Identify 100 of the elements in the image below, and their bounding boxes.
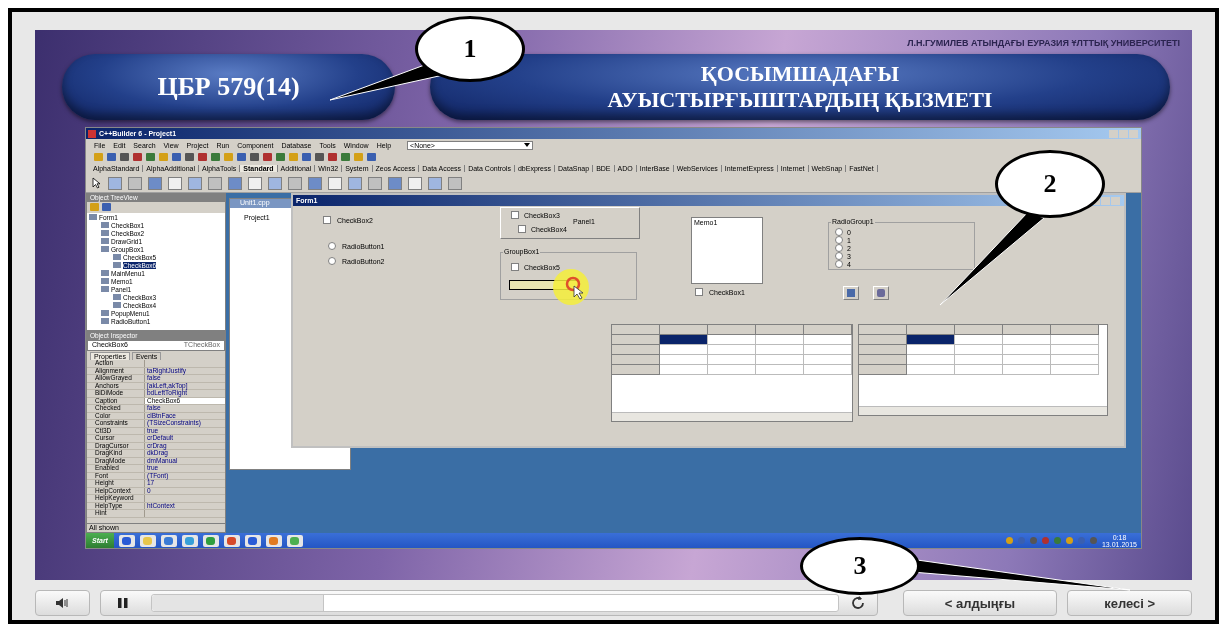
grid-cell[interactable] <box>1051 335 1099 345</box>
grid-cell[interactable] <box>612 355 660 365</box>
component-icon[interactable] <box>248 176 262 190</box>
component-icon[interactable] <box>388 176 402 190</box>
grid-cell[interactable] <box>1003 355 1051 365</box>
progress-track[interactable] <box>150 594 839 612</box>
grid-cell[interactable] <box>804 335 852 345</box>
course-code-banner: ЦБР 579(14) <box>62 54 395 120</box>
grid-cell[interactable] <box>756 335 804 345</box>
app-icon[interactable] <box>223 534 240 547</box>
grid-cell[interactable] <box>612 345 660 355</box>
grid-cell[interactable] <box>660 335 708 345</box>
speed-button[interactable] <box>843 286 859 300</box>
grid-cell[interactable] <box>708 355 756 365</box>
radio-button[interactable] <box>835 252 843 260</box>
grid-cell[interactable] <box>804 325 852 335</box>
grid-cell[interactable] <box>612 325 660 335</box>
grid-cell[interactable] <box>955 325 1003 335</box>
component-icon[interactable] <box>268 176 282 190</box>
grid-cell[interactable] <box>955 345 1003 355</box>
grid-cell[interactable] <box>660 325 708 335</box>
grid-cell[interactable] <box>907 345 955 355</box>
app-icon[interactable] <box>244 534 261 547</box>
grid-cell[interactable] <box>907 335 955 345</box>
grid-cell[interactable] <box>1003 365 1051 375</box>
grid-cell[interactable] <box>859 325 907 335</box>
component-icon[interactable] <box>188 176 202 190</box>
grid-cell[interactable] <box>955 335 1003 345</box>
grid-cell[interactable] <box>859 345 907 355</box>
app-icon[interactable] <box>265 534 282 547</box>
pause-icon <box>115 597 130 609</box>
pointer-tool-icon[interactable] <box>92 177 102 189</box>
horizontal-scrollbar[interactable] <box>859 406 1107 415</box>
grid-cell[interactable] <box>1051 365 1099 375</box>
radio-button[interactable] <box>328 257 336 265</box>
grid-cell[interactable] <box>1051 355 1099 365</box>
component-icon[interactable] <box>168 176 182 190</box>
grid-cell[interactable] <box>955 365 1003 375</box>
app-icon[interactable] <box>118 534 135 547</box>
checkbox[interactable] <box>511 211 519 219</box>
grid-cell[interactable] <box>612 365 660 375</box>
app-icon[interactable] <box>286 534 303 547</box>
component-icon[interactable] <box>288 176 302 190</box>
component-icon[interactable] <box>108 176 122 190</box>
grid-cell[interactable] <box>859 355 907 365</box>
navigation-button[interactable]: келесі > <box>1067 590 1192 616</box>
component-icon[interactable] <box>208 176 222 190</box>
component-icon[interactable] <box>328 176 342 190</box>
grid-cell[interactable] <box>756 345 804 355</box>
grid-cell[interactable] <box>1051 325 1099 335</box>
grid-cell[interactable] <box>708 325 756 335</box>
radio-button[interactable] <box>328 242 336 250</box>
component-icon[interactable] <box>428 176 442 190</box>
grid-cell[interactable] <box>955 355 1003 365</box>
grid-cell[interactable] <box>756 325 804 335</box>
grid-cell[interactable] <box>708 365 756 375</box>
grid-cell[interactable] <box>859 365 907 375</box>
grid-cell[interactable] <box>907 325 955 335</box>
grid-cell[interactable] <box>1003 335 1051 345</box>
grid-cell[interactable] <box>756 365 804 375</box>
component-icon[interactable] <box>408 176 422 190</box>
component-icon[interactable] <box>228 176 242 190</box>
radio-button[interactable] <box>835 260 843 268</box>
component-icon[interactable] <box>348 176 362 190</box>
grid-cell[interactable] <box>804 355 852 365</box>
radio-button[interactable] <box>835 236 843 244</box>
component-icon[interactable] <box>148 176 162 190</box>
grid-cell[interactable] <box>660 365 708 375</box>
grid-cell[interactable] <box>907 365 955 375</box>
app-icon[interactable] <box>139 534 156 547</box>
grid-cell[interactable] <box>1051 345 1099 355</box>
navigation-button[interactable]: < алдыңғы <box>902 590 1058 616</box>
grid-cell[interactable] <box>708 345 756 355</box>
component-icon[interactable] <box>308 176 322 190</box>
grid-cell[interactable] <box>612 335 660 345</box>
grid-cell[interactable] <box>708 335 756 345</box>
radio-button[interactable] <box>835 228 843 236</box>
component-icon[interactable] <box>368 176 382 190</box>
grid-cell[interactable] <box>804 345 852 355</box>
app-icon[interactable] <box>181 534 198 547</box>
radio-button[interactable] <box>835 244 843 252</box>
speed-button[interactable] <box>873 286 889 300</box>
checkbox[interactable] <box>518 225 526 233</box>
grid-cell[interactable] <box>756 355 804 365</box>
grid-cell[interactable] <box>859 335 907 345</box>
grid-cell[interactable] <box>660 355 708 365</box>
grid-cell[interactable] <box>804 365 852 375</box>
app-icon[interactable] <box>202 534 219 547</box>
grid-cell[interactable] <box>660 345 708 355</box>
component-icon[interactable] <box>128 176 142 190</box>
checkbox[interactable] <box>695 288 703 296</box>
checkbox[interactable] <box>511 263 519 271</box>
grid-cell[interactable] <box>907 355 955 365</box>
horizontal-scrollbar[interactable] <box>612 412 852 421</box>
checkbox[interactable] <box>323 216 331 224</box>
component-icon[interactable] <box>448 176 462 190</box>
app-icon[interactable] <box>160 534 177 547</box>
grid-cell[interactable] <box>1003 345 1051 355</box>
grid-cell[interactable] <box>1003 325 1051 335</box>
volume-button[interactable] <box>35 590 90 616</box>
